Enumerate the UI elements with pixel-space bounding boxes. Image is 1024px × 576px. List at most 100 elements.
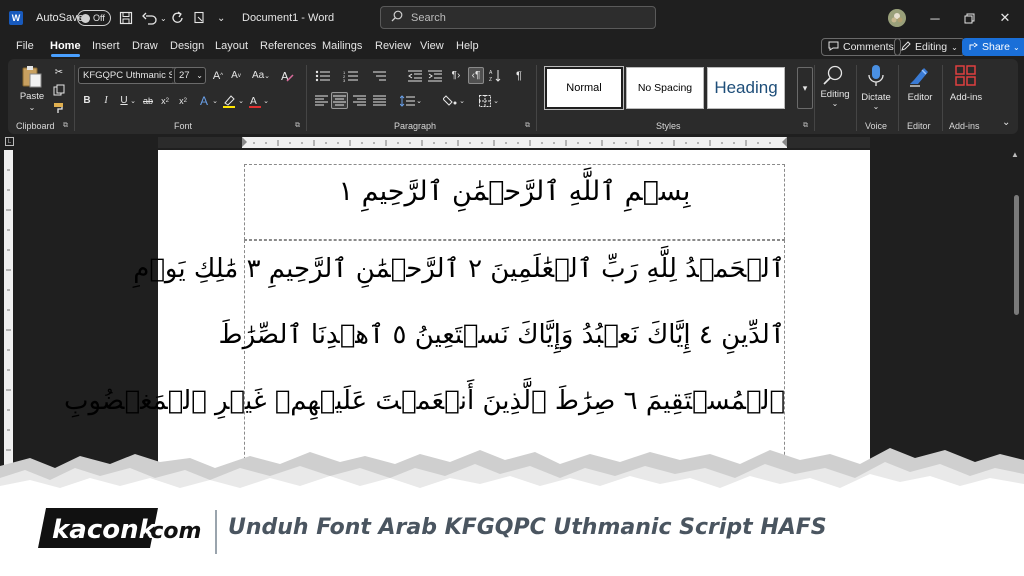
editor-label[interactable]: Editor [904, 92, 936, 103]
addins-icon[interactable] [953, 63, 979, 89]
justify-icon[interactable] [372, 93, 386, 108]
paste-label[interactable]: Paste [18, 91, 46, 102]
save-icon[interactable] [119, 0, 133, 36]
styles-launcher-icon[interactable]: ⧉ [803, 122, 808, 130]
ltr-icon[interactable]: ¶› [449, 68, 463, 83]
document-line-3[interactable]: ٱلۡمُسۡتَقِيمَ ٦ صِرَٰطَ ٱلَّذِينَ أَنۡع… [64, 386, 785, 416]
minimize-icon[interactable]: ─ [918, 0, 952, 36]
collapse-ribbon-icon[interactable]: ⌄ [1002, 117, 1010, 128]
line-spacing-icon[interactable] [399, 93, 415, 108]
paste-icon[interactable] [20, 64, 44, 90]
superscript-icon[interactable]: x2 [176, 93, 190, 108]
style-normal[interactable]: Normal [544, 66, 624, 110]
close-icon[interactable]: ✕ [988, 0, 1022, 36]
increase-indent-icon[interactable] [427, 68, 443, 83]
align-right-icon[interactable] [352, 93, 366, 108]
document-line-1[interactable]: ٱلۡحَمۡدُ لِلَّهِ رَبِّ ٱلۡعَٰلَمِينَ ٢ … [133, 254, 785, 284]
customize-toolbar-icon[interactable]: ⌄ [217, 0, 225, 36]
tab-references[interactable]: References [260, 40, 316, 52]
title-bar: W AutoSave Off ⌄ ⌄ Document1 - Word Sear… [0, 0, 1024, 36]
clear-formatting-icon[interactable]: A [280, 68, 294, 83]
sort-icon[interactable]: AZ [488, 68, 502, 83]
align-left-icon[interactable] [314, 93, 328, 108]
format-painter-quick-icon[interactable] [193, 0, 206, 36]
find-icon[interactable] [820, 63, 846, 87]
addins-label[interactable]: Add-ins [946, 92, 986, 103]
underline-dropdown-icon[interactable]: ⌄ [129, 93, 137, 108]
line-spacing-dropdown-icon[interactable]: ⌄ [415, 93, 423, 108]
grow-font-icon[interactable]: A ^ [211, 68, 225, 83]
copy-icon[interactable] [52, 83, 66, 97]
align-center-icon[interactable] [331, 92, 348, 109]
change-case-icon[interactable]: Aa ⌄ [250, 68, 272, 83]
paragraph-launcher-icon[interactable]: ⧉ [525, 122, 530, 130]
tab-home[interactable]: Home [50, 40, 81, 57]
multilevel-list-icon[interactable] [370, 68, 388, 83]
tab-layout[interactable]: Layout [215, 40, 248, 52]
text-effects-dropdown-icon[interactable]: ⌄ [211, 93, 219, 108]
bullets-icon[interactable] [314, 68, 332, 83]
tab-selector-icon[interactable]: L [5, 137, 14, 146]
document-line-basmalah[interactable]: بِسۡمِ ٱللَّهِ ٱلرَّحۡمَٰنِ ٱلرَّحِيمِ ١ [244, 176, 785, 207]
vertical-scrollbar[interactable] [1014, 195, 1019, 315]
font-color-dropdown-icon[interactable]: ⌄ [262, 93, 270, 108]
vertical-ruler[interactable] [4, 150, 13, 470]
autosave-toggle[interactable]: Off [77, 10, 111, 26]
tab-file[interactable]: File [16, 40, 34, 52]
ribbon-tabs: File Home Insert Draw Design Layout Refe… [0, 36, 1024, 58]
search-input[interactable]: Search [380, 6, 656, 29]
highlight-icon[interactable] [221, 93, 237, 108]
clipboard-launcher-icon[interactable]: ⧉ [63, 122, 68, 130]
scroll-up-icon[interactable]: ▲ [1011, 150, 1019, 159]
document-line-2[interactable]: ٱلدِّينِ ٤ إِيَّاكَ نَعۡبُدُ وَإِيَّاكَ … [219, 320, 785, 350]
separator [942, 65, 943, 131]
styles-more-icon[interactable]: ▾ [797, 67, 813, 109]
borders-dropdown-icon[interactable]: ⌄ [492, 93, 500, 108]
font-name-combo[interactable]: KFGQPC Uthmanic S [78, 67, 176, 84]
editing-dropdown-icon[interactable]: ⌄ [814, 99, 856, 108]
strikethrough-icon[interactable]: ab [140, 93, 156, 108]
italic-icon[interactable]: I [99, 93, 113, 108]
font-size-combo[interactable]: 27 ⌄ [174, 67, 206, 84]
tab-view[interactable]: View [420, 40, 444, 52]
redo-icon[interactable] [171, 0, 185, 36]
tab-mailings[interactable]: Mailings [322, 40, 362, 52]
clipboard-group-label: Clipboard [16, 121, 55, 131]
shrink-font-icon[interactable]: Av [229, 68, 243, 83]
cut-icon[interactable]: ✂ [52, 65, 66, 79]
shading-icon[interactable] [442, 93, 458, 108]
microphone-icon[interactable] [864, 63, 888, 89]
font-color-icon[interactable]: A [248, 93, 262, 108]
highlight-dropdown-icon[interactable]: ⌄ [237, 93, 245, 108]
format-painter-icon[interactable] [52, 101, 66, 115]
subscript-icon[interactable]: x2 [158, 93, 172, 108]
borders-icon[interactable] [478, 93, 492, 108]
style-heading[interactable]: Heading [707, 67, 785, 109]
share-button[interactable]: Share ⌄ [962, 38, 1024, 56]
paste-dropdown-icon[interactable]: ⌄ [18, 103, 46, 112]
show-formatting-icon[interactable]: ¶ [513, 68, 525, 83]
decrease-indent-icon[interactable] [407, 68, 423, 83]
dictate-dropdown-icon[interactable]: ⌄ [858, 102, 894, 111]
editor-icon[interactable] [907, 63, 933, 89]
editing-mode-button[interactable]: Editing ⌄ [894, 38, 965, 56]
numbering-icon[interactable]: 123 [342, 68, 360, 83]
text-effects-icon[interactable]: A [196, 93, 212, 108]
tab-draw[interactable]: Draw [132, 40, 158, 52]
avatar[interactable] [888, 9, 906, 27]
tab-help[interactable]: Help [456, 40, 479, 52]
restore-icon[interactable] [952, 0, 986, 36]
shading-dropdown-icon[interactable]: ⌄ [458, 93, 466, 108]
tab-review[interactable]: Review [375, 40, 411, 52]
undo-icon[interactable] [142, 0, 158, 36]
bold-icon[interactable]: B [80, 93, 94, 108]
separator [536, 65, 537, 131]
tab-insert[interactable]: Insert [92, 40, 120, 52]
rtl-icon[interactable]: ‹¶ [468, 67, 484, 84]
separator [74, 65, 75, 131]
font-launcher-icon[interactable]: ⧉ [295, 122, 300, 130]
undo-dropdown-icon[interactable]: ⌄ [160, 0, 167, 36]
tab-design[interactable]: Design [170, 40, 204, 52]
style-no-spacing[interactable]: No Spacing [626, 67, 704, 109]
comments-button[interactable]: Comments [821, 38, 901, 56]
